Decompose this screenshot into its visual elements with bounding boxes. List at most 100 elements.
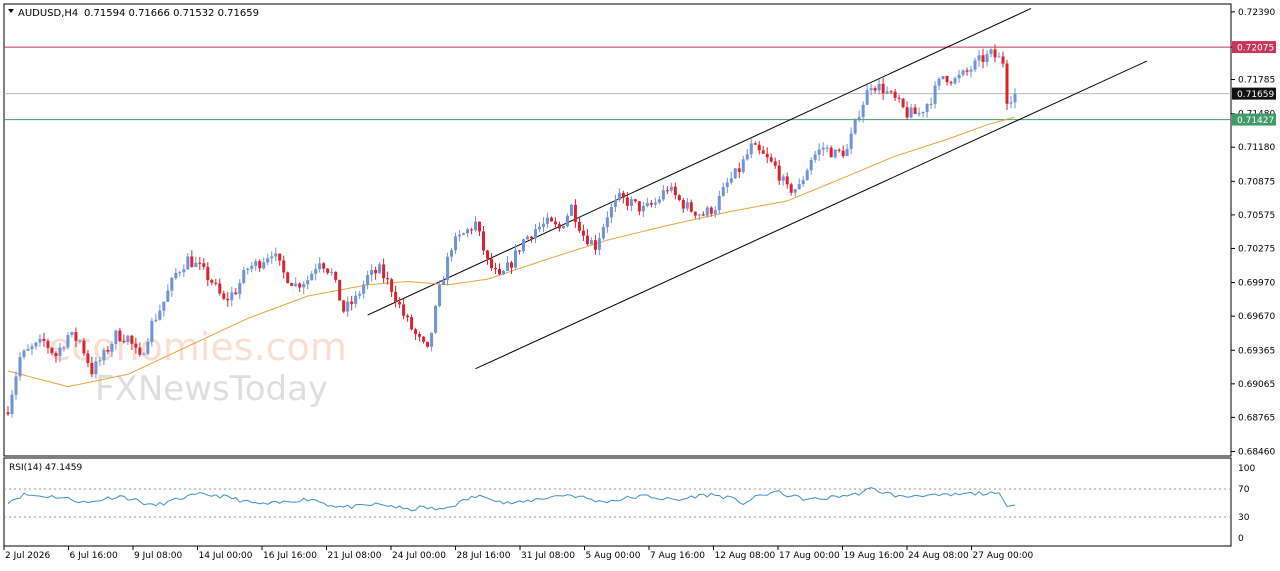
time-tick-label: 16 Jul 16:00 (263, 551, 317, 561)
candle-body (334, 271, 338, 280)
candle-body (813, 154, 817, 161)
candle-body (885, 91, 889, 94)
candle-body (354, 295, 358, 304)
candle-body (769, 157, 773, 162)
candle-body (1001, 56, 1005, 64)
candle-body (605, 217, 609, 228)
candle-body (38, 338, 42, 343)
candle-body (342, 300, 346, 312)
candle-body (565, 215, 569, 227)
candle-body (621, 192, 625, 198)
candle-body (402, 304, 406, 316)
time-tick-label: 2 Jul 2026 (5, 551, 50, 561)
candle-body (905, 107, 909, 118)
time-tick-label: 24 Aug 08:00 (908, 551, 969, 561)
price-tick-label: 0.69970 (1238, 279, 1275, 289)
candle-body (689, 202, 693, 212)
candle-body (777, 165, 781, 181)
candle-body (745, 154, 749, 160)
candle-body (450, 250, 454, 257)
candle-body (673, 186, 677, 196)
candle-body (997, 56, 1001, 58)
candle-body (685, 202, 689, 209)
rsi-scale-label: 70 (1238, 485, 1250, 495)
candle-body (382, 264, 386, 279)
time-tick-label: 5 Aug 00:00 (586, 551, 641, 561)
candle-body (709, 207, 713, 214)
candle-body (613, 199, 617, 207)
candle-body (410, 317, 414, 330)
candle-body (390, 279, 394, 292)
candle-body (478, 221, 482, 232)
candle-body (553, 221, 557, 225)
candle-body (430, 332, 434, 347)
time-tick-label: 6 Jul 16:00 (70, 551, 119, 561)
time-tick-label: 28 Jul 16:00 (457, 551, 511, 561)
candle-body (821, 147, 825, 150)
candle-body (434, 306, 438, 333)
candle-body (873, 88, 877, 91)
candle-body (170, 278, 174, 291)
candle-body (322, 263, 326, 269)
candle-body (933, 85, 937, 104)
candle-body (1009, 102, 1013, 104)
candle-body (549, 217, 553, 222)
candle-body (573, 204, 577, 222)
candle-body (158, 310, 162, 320)
candle-body (985, 53, 989, 63)
candle-body (669, 186, 673, 191)
candle-body (66, 335, 70, 348)
candle-body (517, 250, 521, 252)
candle-body (737, 168, 741, 172)
candle-body (126, 335, 130, 342)
candle-body (166, 290, 170, 302)
candle-body (54, 352, 58, 357)
candle-body (901, 98, 905, 108)
candle-body (733, 168, 737, 179)
candle-body (889, 91, 893, 93)
candle-body (929, 103, 933, 105)
candle-body (190, 256, 194, 267)
candle-body (10, 394, 14, 415)
candle-body (789, 184, 793, 193)
price-axis: 0.723900.720750.717850.714800.711800.708… (1231, 8, 1276, 458)
candle-body (266, 258, 270, 263)
candle-body (102, 349, 106, 361)
price-tick-label: 0.69670 (1238, 312, 1275, 322)
candle-body (845, 149, 849, 157)
candle-body (242, 270, 246, 283)
candle-body (374, 270, 378, 274)
candle-body (581, 230, 585, 236)
candle-body (226, 298, 230, 301)
candle-body (278, 253, 282, 261)
price-tick-label: 0.68460 (1238, 448, 1275, 458)
candle-body (438, 284, 442, 307)
candle-body (26, 349, 30, 351)
candle-body (314, 269, 318, 274)
candle-body (569, 204, 573, 216)
time-tick-label: 24 Jul 00:00 (392, 551, 446, 561)
candle-body (677, 195, 681, 201)
price-tick-label: 0.70875 (1238, 177, 1275, 187)
watermark-line1: economies.com (48, 325, 347, 369)
candle-body (22, 350, 26, 358)
candle-body (721, 187, 725, 196)
candle-body (941, 76, 945, 79)
candle-body (74, 331, 78, 341)
time-tick-label: 14 Jul 00:00 (199, 551, 253, 561)
candle-body (6, 412, 10, 415)
candle-body (134, 343, 138, 348)
watermark-line2: FXNewsToday (95, 369, 328, 409)
candle-body (418, 334, 422, 337)
candle-body (398, 302, 402, 305)
candle-body (182, 269, 186, 273)
candle-body (370, 270, 374, 275)
candle-body (98, 360, 102, 362)
candle-body (865, 90, 869, 105)
candle-body (697, 214, 701, 216)
candle-body (741, 159, 745, 172)
candle-body (829, 147, 833, 158)
candle-body (122, 341, 126, 343)
candle-body (989, 49, 993, 54)
candle-body (853, 118, 857, 134)
